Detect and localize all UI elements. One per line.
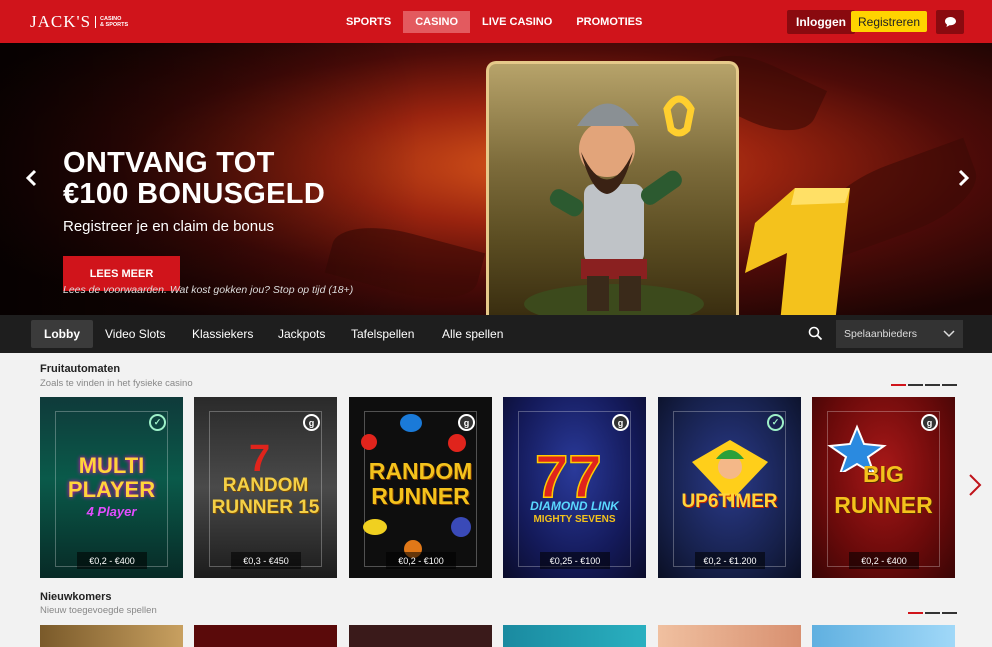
- hero-title-line-1: ONTVANG TOT: [63, 147, 275, 179]
- pager-dot[interactable]: [908, 384, 923, 386]
- bet-range: €0,25 - €100: [540, 552, 610, 569]
- chat-bubble-icon: [944, 17, 956, 27]
- jacks-logo[interactable]: JACK'S CASINO & SPORTS: [30, 12, 128, 32]
- nav-sports[interactable]: SPORTS: [334, 11, 403, 33]
- game-tile[interactable]: g BIG RUNNER €0,2 - €400: [812, 397, 955, 578]
- game-title: 4 Player: [86, 504, 137, 519]
- sevens-symbol-icon: 77: [534, 442, 602, 502]
- bet-range: €0,2 - €100: [386, 552, 456, 569]
- chevron-down-icon: [943, 330, 955, 338]
- hero-next-button[interactable]: [957, 169, 971, 193]
- game-tile[interactable]: g 7 RANDOM RUNNER 15 €0,3 - €450: [194, 397, 337, 578]
- hero-disclaimer[interactable]: Lees de voorwaarden. Wat kost gokken jou…: [63, 284, 353, 296]
- logo-subtext: CASINO & SPORTS: [95, 16, 128, 28]
- provider-select[interactable]: Spelaanbieders: [836, 320, 963, 348]
- seven-symbol-icon: 7: [249, 438, 270, 477]
- bet-range: €0,2 - €400: [849, 552, 919, 569]
- hero-title: ONTVANG TOT €100 BONUSGELD: [63, 148, 325, 210]
- badge-icon: ✓: [767, 414, 784, 431]
- category-lobby[interactable]: Lobby: [31, 320, 93, 348]
- carousel-pager: [891, 384, 957, 386]
- bet-range: €0,2 - €400: [77, 552, 147, 569]
- hero-prev-button[interactable]: [24, 169, 38, 193]
- game-title: MULTI: [78, 453, 145, 478]
- game-tile[interactable]: ✓ MULTI PLAYER 4 Player €0,2 - €400: [40, 397, 183, 578]
- pager-dot[interactable]: [925, 612, 940, 614]
- badge-icon: g: [612, 414, 629, 431]
- badge-icon: ✓: [149, 414, 166, 431]
- pager-dot[interactable]: [942, 612, 957, 614]
- login-button[interactable]: Inloggen: [787, 10, 855, 34]
- nav-casino[interactable]: CASINO: [403, 11, 471, 33]
- game-title: PLAYER: [67, 477, 156, 502]
- game-title: MIGHTY SEVENS: [533, 514, 616, 525]
- chevron-right-icon: [969, 474, 982, 496]
- nav-live-casino[interactable]: LIVE CASINO: [470, 11, 564, 33]
- hero-subtitle: Registreer je en claim de bonus: [63, 218, 274, 235]
- game-tile[interactable]: [349, 625, 492, 647]
- section-subtitle-new: Nieuw toegevoegde spellen: [40, 605, 157, 616]
- carousel-next-button[interactable]: [968, 473, 982, 502]
- main-nav: SPORTS CASINO LIVE CASINO PROMOTIES: [334, 11, 654, 33]
- game-title: RUNNER: [371, 483, 470, 509]
- gonzo-character-illustration: [524, 95, 704, 315]
- game-title: RUNNER 15: [211, 497, 320, 518]
- top-navigation-bar: JACK'S CASINO & SPORTS SPORTS CASINO LIV…: [0, 0, 992, 43]
- pager-dot[interactable]: [908, 612, 923, 614]
- chat-button[interactable]: [936, 10, 964, 34]
- chevron-left-icon: [25, 169, 37, 187]
- game-category-bar: Lobby Video Slots Klassiekers Jackpots T…: [0, 315, 992, 353]
- badge-icon: g: [303, 414, 320, 431]
- game-tile[interactable]: [658, 625, 801, 647]
- section-subtitle-fruit: Zoals te vinden in het fysieke casino: [40, 378, 193, 389]
- section-title-fruit: Fruitautomaten: [40, 363, 121, 375]
- category-tafelspellen[interactable]: Tafelspellen: [338, 320, 427, 348]
- register-button[interactable]: Registreren: [851, 11, 927, 32]
- svg-text:77: 77: [535, 443, 602, 502]
- game-tile[interactable]: [40, 625, 183, 647]
- game-title: RANDOM: [368, 458, 473, 484]
- carousel-pager: [908, 612, 957, 614]
- game-tile[interactable]: ✓ UP6TIMER €0,2 - €1.200: [658, 397, 801, 578]
- pager-dot[interactable]: [925, 384, 940, 386]
- category-klassiekers[interactable]: Klassiekers: [179, 320, 266, 348]
- game-tile[interactable]: g RANDOM RUNNER €0,2 - €100: [349, 397, 492, 578]
- pager-dot[interactable]: [891, 384, 906, 386]
- game-title: RUNNER: [834, 492, 933, 518]
- search-button[interactable]: [808, 326, 823, 346]
- pager-dot[interactable]: [942, 384, 957, 386]
- category-alle-spellen[interactable]: Alle spellen: [429, 320, 516, 348]
- search-icon: [808, 326, 823, 341]
- game-title: UP6TIMER: [681, 491, 778, 512]
- game-tile[interactable]: [503, 625, 646, 647]
- hero-banner[interactable]: ONTVANG TOT €100 BONUSGELD Registreer je…: [0, 43, 992, 315]
- hero-character-card: [486, 61, 739, 315]
- game-tile[interactable]: [812, 625, 955, 647]
- logo-text: JACK'S: [30, 12, 92, 31]
- game-tile[interactable]: [194, 625, 337, 647]
- category-jackpots[interactable]: Jackpots: [265, 320, 338, 348]
- game-title: BIG: [863, 461, 904, 487]
- number-one-graphic: [745, 188, 850, 315]
- bet-range: €0,2 - €1.200: [695, 552, 765, 569]
- badge-icon: g: [921, 414, 938, 431]
- svg-text:7: 7: [249, 438, 270, 477]
- game-title: RANDOM: [222, 475, 309, 496]
- bet-range: €0,3 - €450: [231, 552, 301, 569]
- category-video-slots[interactable]: Video Slots: [92, 320, 179, 348]
- provider-select-label: Spelaanbieders: [844, 328, 917, 340]
- nav-promoties[interactable]: PROMOTIES: [564, 11, 654, 33]
- section-title-new: Nieuwkomers: [40, 591, 112, 603]
- hero-title-line-2: €100 BONUSGELD: [63, 178, 326, 210]
- logo-sub-line-2: & SPORTS: [100, 22, 129, 28]
- chevron-right-icon: [958, 169, 970, 187]
- game-tile[interactable]: g 77 DIAMOND LINK MIGHTY SEVENS €0,25 - …: [503, 397, 646, 578]
